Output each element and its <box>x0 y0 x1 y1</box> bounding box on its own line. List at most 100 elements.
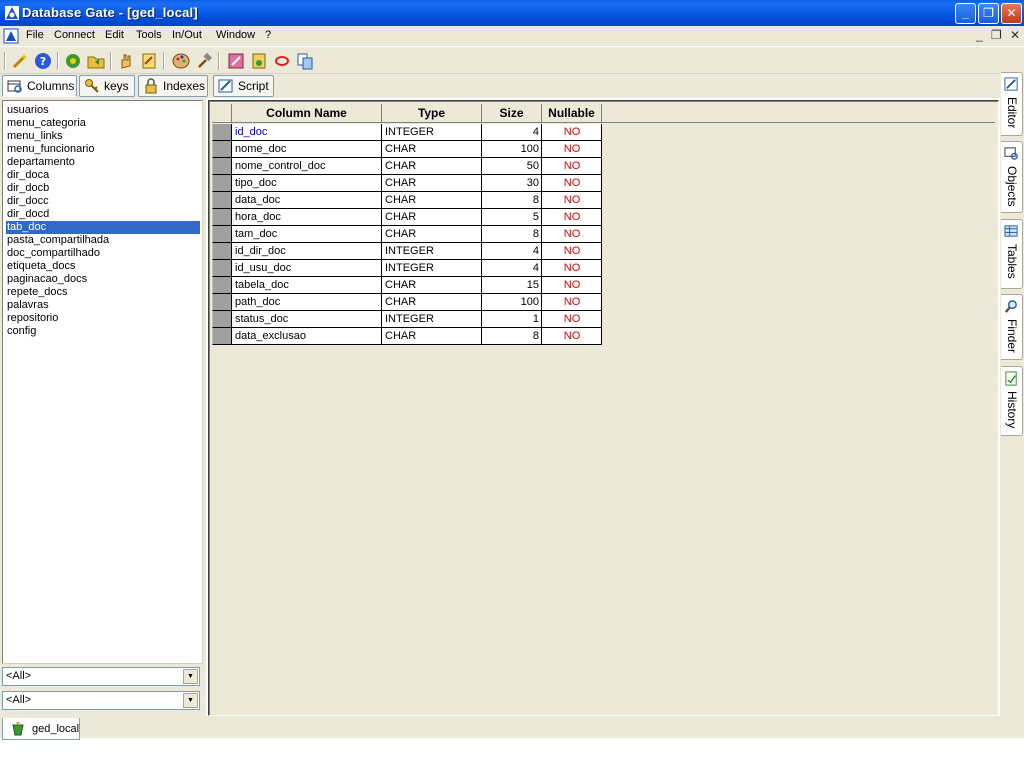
table-list-item[interactable]: etiqueta_docs <box>6 260 200 273</box>
table-list-item[interactable]: pasta_compartilhada <box>6 234 200 247</box>
type-cell[interactable]: INTEGER <box>382 243 482 260</box>
table-list-item[interactable]: repositorio <box>6 312 200 325</box>
copy-icon[interactable] <box>296 52 314 70</box>
table-list-item[interactable]: palavras <box>6 299 200 312</box>
column-header[interactable]: Column Name <box>232 104 382 123</box>
column-name-cell[interactable]: id_doc <box>232 124 382 141</box>
palette-icon[interactable] <box>172 52 190 70</box>
size-cell[interactable]: 4 <box>482 124 542 141</box>
row-selector[interactable] <box>212 209 232 226</box>
row-selector[interactable] <box>212 141 232 158</box>
column-name-cell[interactable]: tipo_doc <box>232 175 382 192</box>
nullable-cell[interactable]: NO <box>542 243 602 260</box>
nullable-cell[interactable]: NO <box>542 277 602 294</box>
table-list-item[interactable]: dir_docd <box>6 208 200 221</box>
table-list-item[interactable]: usuarios <box>6 104 200 117</box>
column-name-cell[interactable]: tam_doc <box>232 226 382 243</box>
row-selector[interactable] <box>212 260 232 277</box>
type-cell[interactable]: CHAR <box>382 158 482 175</box>
nullable-cell[interactable]: NO <box>542 124 602 141</box>
minimize-button[interactable]: _ <box>955 3 976 24</box>
column-name-cell[interactable]: data_doc <box>232 192 382 209</box>
nullable-cell[interactable]: NO <box>542 260 602 277</box>
size-cell[interactable]: 1 <box>482 311 542 328</box>
nullable-cell[interactable]: NO <box>542 226 602 243</box>
column-name-cell[interactable]: nome_control_doc <box>232 158 382 175</box>
close-button[interactable]: ✕ <box>1001 3 1022 24</box>
document-icon[interactable] <box>3 28 19 44</box>
size-cell[interactable]: 50 <box>482 158 542 175</box>
size-cell[interactable]: 4 <box>482 260 542 277</box>
tab-columns[interactable]: Columns <box>2 75 77 97</box>
size-cell[interactable]: 5 <box>482 209 542 226</box>
table-list-item[interactable]: departamento <box>6 156 200 169</box>
hammer-icon[interactable] <box>195 52 213 70</box>
filter-combo-2[interactable]: <All> ▼ <box>2 691 200 710</box>
pen-icon[interactable] <box>227 52 245 70</box>
table-list-item[interactable]: dir_doca <box>6 169 200 182</box>
mdi-close-button[interactable]: ✕ <box>1010 28 1020 42</box>
row-selector[interactable] <box>212 175 232 192</box>
row-selector[interactable] <box>212 158 232 175</box>
table-list-item[interactable]: dir_docb <box>6 182 200 195</box>
column-name-cell[interactable]: status_doc <box>232 311 382 328</box>
type-cell[interactable]: INTEGER <box>382 311 482 328</box>
column-name-cell[interactable]: hora_doc <box>232 209 382 226</box>
table-list-item[interactable]: menu_funcionario <box>6 143 200 156</box>
table-list-item[interactable]: menu_categoria <box>6 117 200 130</box>
table-list-item[interactable]: tab_doc <box>6 221 200 234</box>
table-list-item[interactable]: dir_docc <box>6 195 200 208</box>
mdi-restore-button[interactable]: ❐ <box>991 28 1002 42</box>
menu-help[interactable]: ? <box>265 29 271 41</box>
table-list-item[interactable]: doc_compartilhado <box>6 247 200 260</box>
chevron-down-icon[interactable]: ▼ <box>183 693 198 708</box>
menu-inout[interactable]: In/Out <box>172 29 202 41</box>
nullable-cell[interactable]: NO <box>542 192 602 209</box>
size-cell[interactable]: 8 <box>482 328 542 345</box>
row-selector[interactable] <box>212 243 232 260</box>
row-selector[interactable] <box>212 328 232 345</box>
column-name-cell[interactable]: tabela_doc <box>232 277 382 294</box>
tab-indexes[interactable]: Indexes <box>138 75 208 97</box>
row-selector[interactable] <box>212 311 232 328</box>
type-cell[interactable]: CHAR <box>382 226 482 243</box>
type-cell[interactable]: CHAR <box>382 141 482 158</box>
side-tab-tables[interactable]: Tables <box>1001 219 1023 289</box>
record-icon[interactable] <box>273 52 291 70</box>
tab-keys[interactable]: keys <box>79 75 135 97</box>
menu-connect[interactable]: Connect <box>54 29 95 41</box>
size-cell[interactable]: 8 <box>482 226 542 243</box>
nullable-cell[interactable]: NO <box>542 328 602 345</box>
wand-icon[interactable] <box>11 52 29 70</box>
mdi-minimize-button[interactable]: _ <box>976 28 983 42</box>
hand-icon[interactable] <box>117 52 135 70</box>
menu-file[interactable]: File <box>26 29 44 41</box>
connect-icon[interactable] <box>64 52 82 70</box>
nullable-cell[interactable]: NO <box>542 141 602 158</box>
nullable-cell[interactable]: NO <box>542 311 602 328</box>
table-list-item[interactable]: repete_docs <box>6 286 200 299</box>
table-list-item[interactable]: config <box>6 325 200 338</box>
column-name-cell[interactable]: path_doc <box>232 294 382 311</box>
size-cell[interactable]: 100 <box>482 294 542 311</box>
type-cell[interactable]: CHAR <box>382 294 482 311</box>
side-tab-finder[interactable]: Finder <box>1001 294 1023 360</box>
menu-edit[interactable]: Edit <box>105 29 124 41</box>
report-icon[interactable] <box>250 52 268 70</box>
column-header[interactable]: Nullable <box>542 104 602 123</box>
column-name-cell[interactable]: data_exclusao <box>232 328 382 345</box>
column-name-cell[interactable]: nome_doc <box>232 141 382 158</box>
maximize-button[interactable]: ❐ <box>978 3 999 24</box>
row-selector[interactable] <box>212 277 232 294</box>
filter-combo-1[interactable]: <All> ▼ <box>2 667 200 686</box>
size-cell[interactable]: 100 <box>482 141 542 158</box>
nullable-cell[interactable]: NO <box>542 209 602 226</box>
connection-tab[interactable]: ged_local <box>2 718 80 740</box>
tab-script[interactable]: Script <box>213 75 274 97</box>
column-header[interactable]: Size <box>482 104 542 123</box>
type-cell[interactable]: CHAR <box>382 277 482 294</box>
column-name-cell[interactable]: id_dir_doc <box>232 243 382 260</box>
row-selector[interactable] <box>212 226 232 243</box>
type-cell[interactable]: CHAR <box>382 175 482 192</box>
side-tab-editor[interactable]: Editor <box>1001 72 1023 136</box>
